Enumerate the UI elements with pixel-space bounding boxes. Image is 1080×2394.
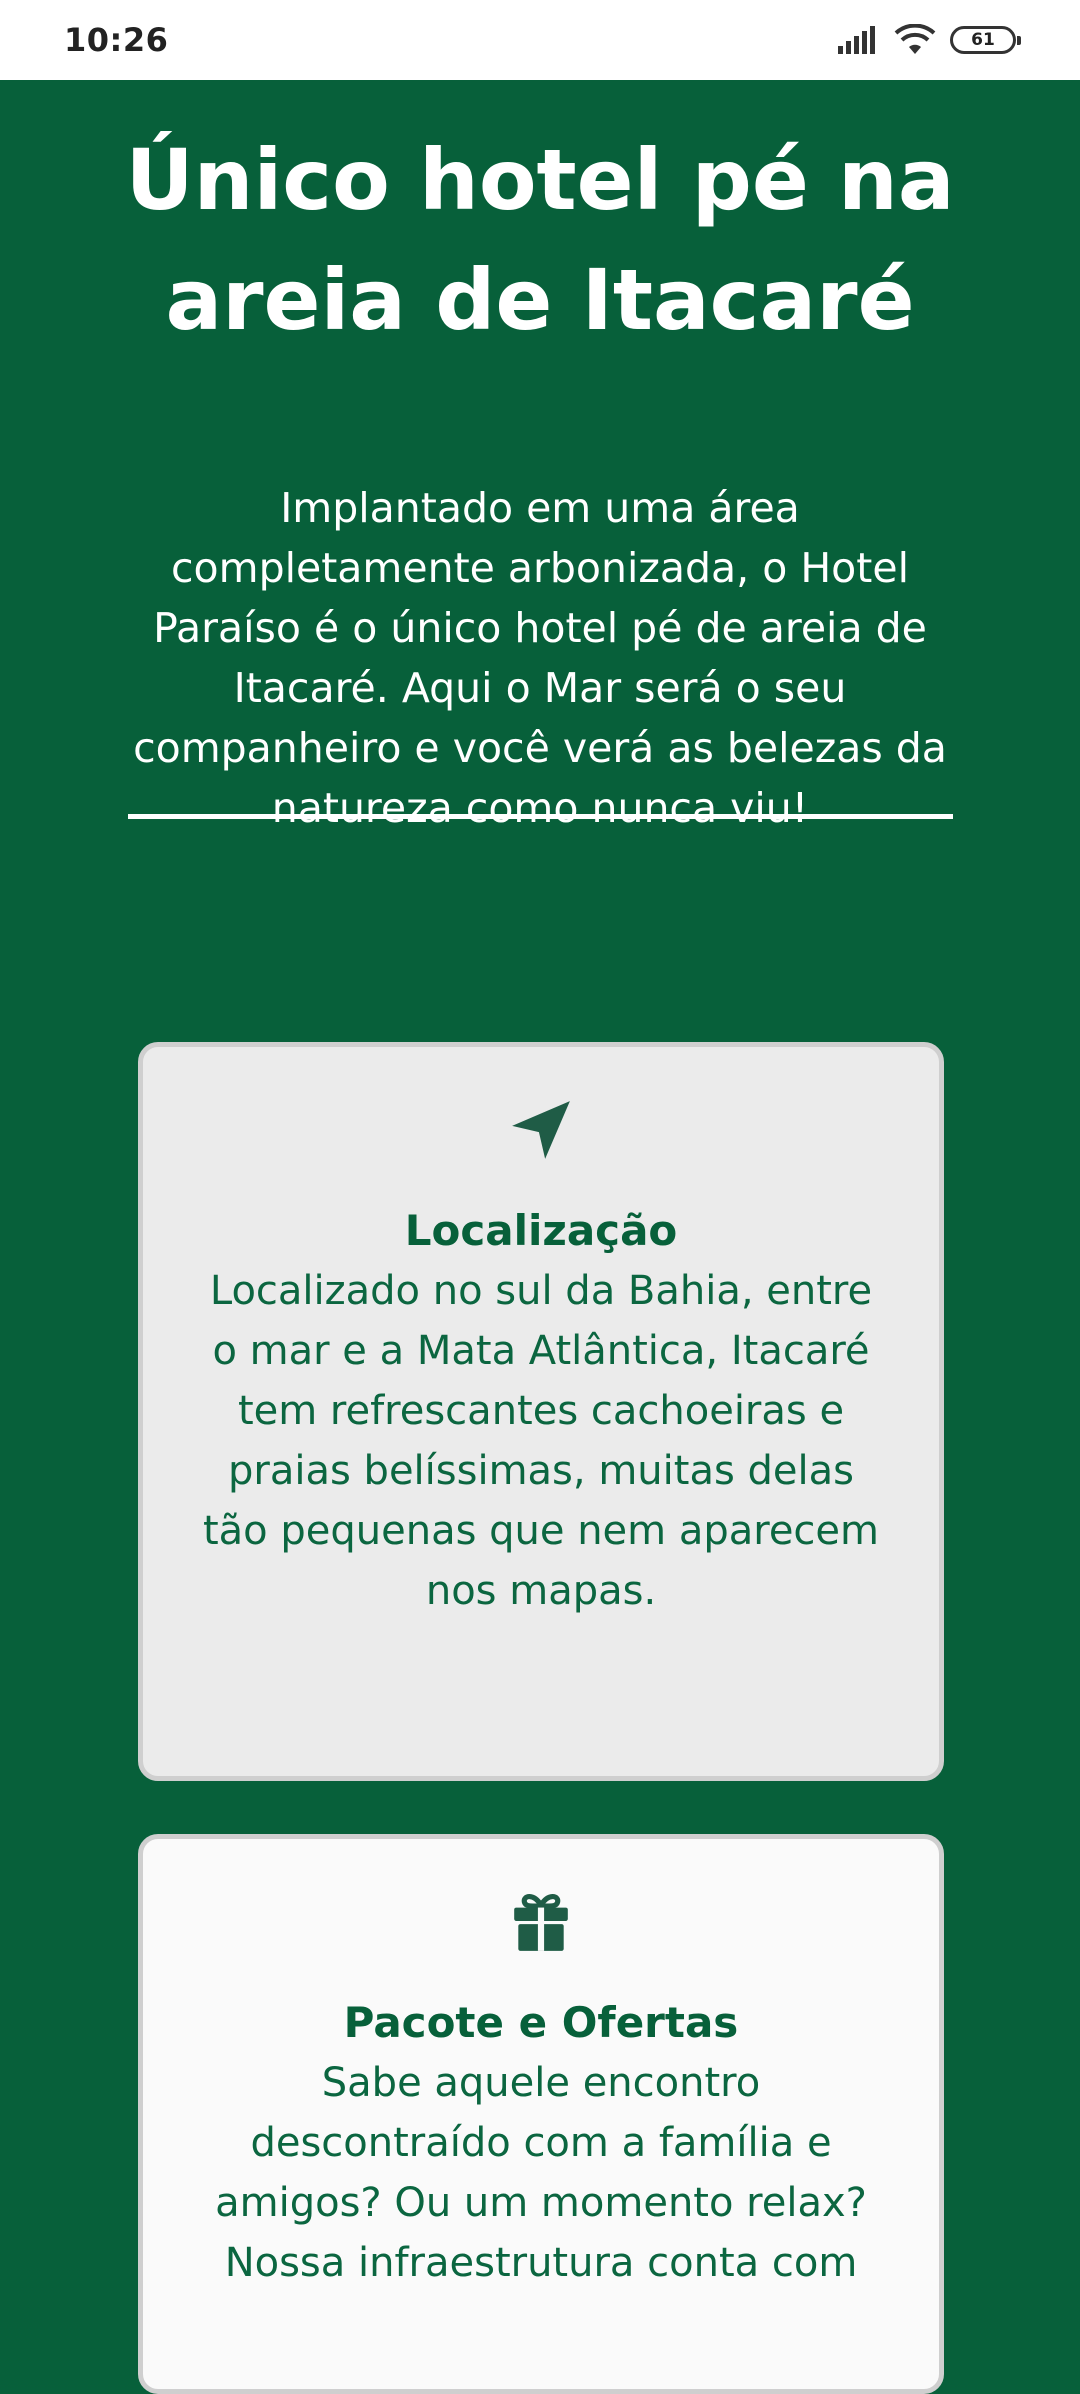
card-offers: Pacote e Ofertas Sabe aquele encontro de… (138, 1834, 944, 2394)
location-arrow-icon (512, 1101, 570, 1159)
card-title: Pacote e Ofertas (343, 1998, 739, 2047)
status-bar: 10:26 61 (0, 0, 1080, 80)
card-title: Localização (404, 1206, 678, 1255)
signal-icon (838, 26, 875, 54)
wifi-icon (894, 24, 936, 54)
divider (128, 814, 953, 819)
card-location: Localização Localizado no sul da Bahia, … (138, 1042, 944, 1781)
gift-icon (514, 1894, 568, 1951)
status-icons: 61 (838, 24, 1021, 56)
card-text: Sabe aquele encontro descontraído com a … (215, 2060, 867, 2286)
battery-icon: 61 (950, 26, 1021, 54)
status-time: 10:26 (64, 21, 169, 59)
hero-text: Implantado em uma área completamente arb… (133, 484, 947, 832)
card-text: Localizado no sul da Bahia, entre o mar … (202, 1268, 879, 1614)
hero-title: Único hotel pé na areia de Itacaré (125, 131, 955, 349)
